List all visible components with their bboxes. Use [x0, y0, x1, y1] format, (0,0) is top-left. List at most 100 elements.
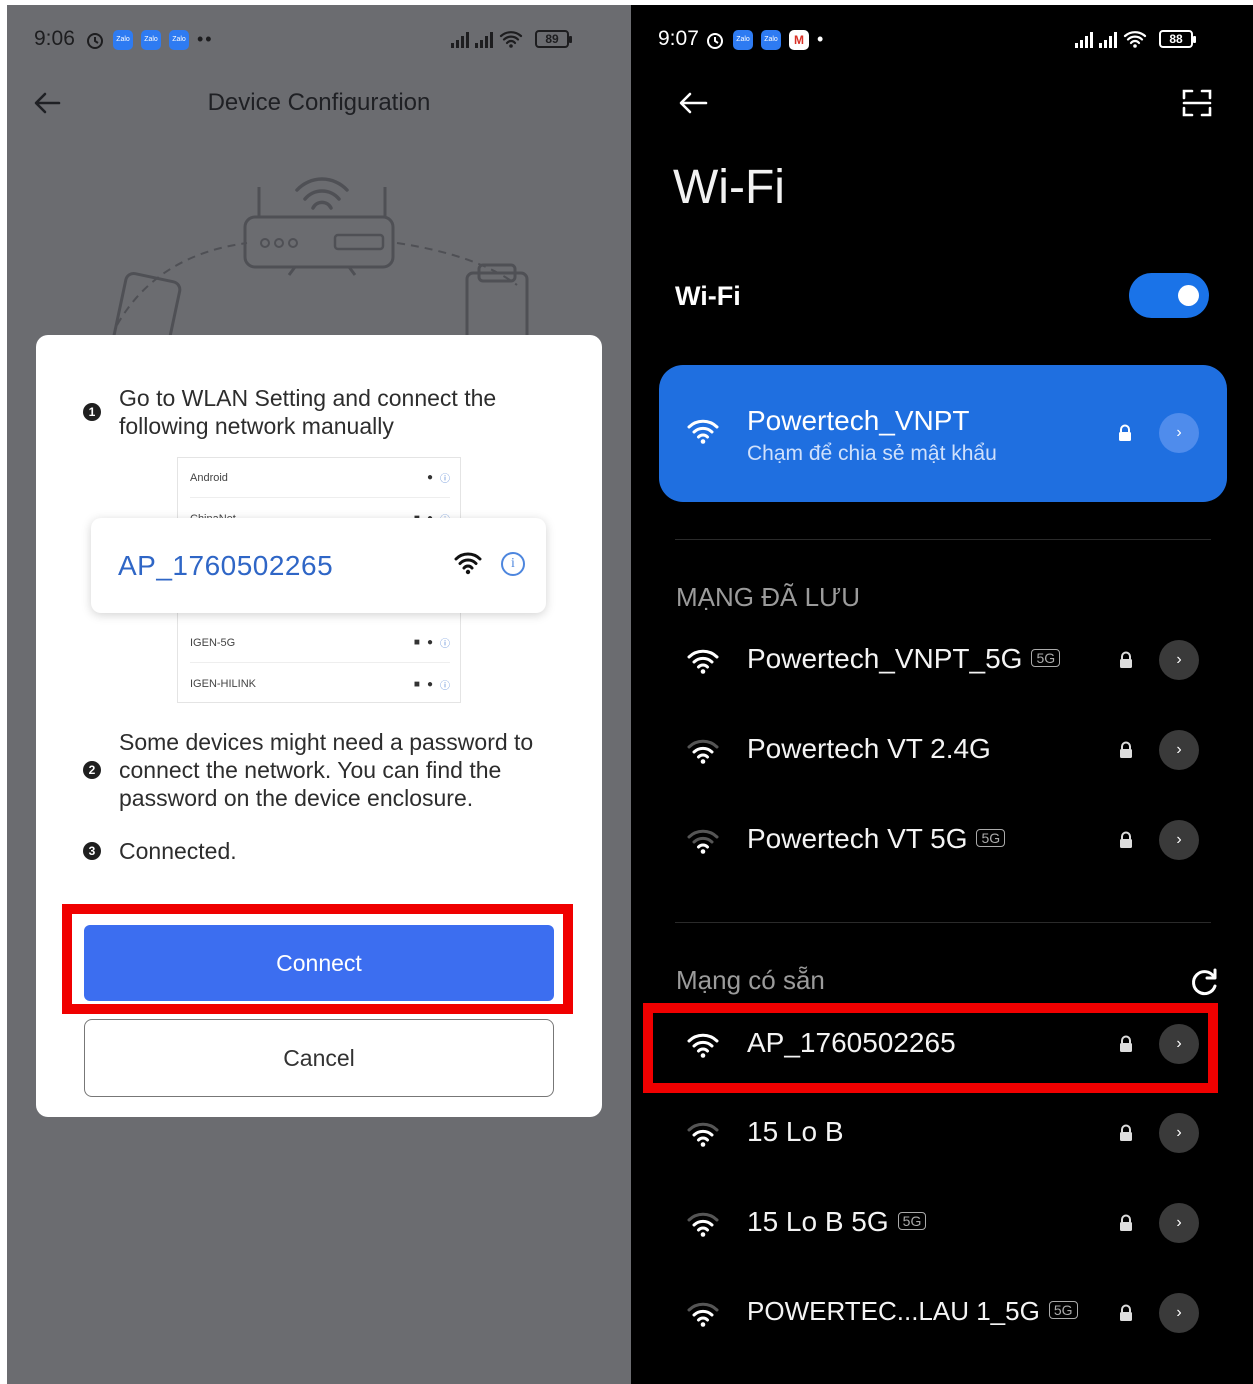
step-number: 1 — [83, 403, 101, 421]
zalo-icon: Zalo — [169, 29, 189, 50]
lock-icon — [1120, 831, 1132, 848]
step-number: 2 — [83, 761, 101, 779]
chevron-right-icon[interactable]: › — [1159, 730, 1199, 770]
wifi-icon — [1123, 31, 1147, 48]
lock-icon — [1120, 1304, 1132, 1321]
wifi-icon — [687, 1122, 719, 1147]
lock-icon: ■ — [413, 637, 420, 648]
wifi-icon: ● — [426, 472, 433, 483]
system-icons: 88 — [1075, 29, 1196, 49]
highlight-connect — [62, 904, 573, 1014]
signal-icon — [1075, 30, 1093, 48]
zalo-icon: Zalo — [113, 29, 133, 50]
network-name: Powertech VT 5G — [747, 823, 968, 854]
zalo-icon: Zalo — [733, 29, 753, 50]
system-icons: 89 — [451, 29, 572, 49]
lock-icon — [1120, 1124, 1132, 1141]
wifi-icon — [687, 739, 719, 764]
alarm-icon — [707, 32, 723, 49]
step-1: 1 Go to WLAN Setting and connect the fol… — [83, 384, 519, 440]
info-icon[interactable]: i — [501, 552, 525, 576]
wifi-icon — [687, 649, 719, 674]
step-text: Connected. — [119, 838, 237, 864]
band-5g-badge: 5G — [1031, 649, 1061, 667]
network-name: POWERTEC...LAU 1_5G — [747, 1296, 1040, 1326]
chevron-right-icon[interactable]: › — [1159, 413, 1199, 453]
wifi-icon — [687, 829, 719, 854]
refresh-icon[interactable] — [1187, 965, 1221, 999]
wifi-toggle[interactable] — [1129, 273, 1209, 318]
divider — [675, 922, 1211, 923]
connected-network-name: Powertech_VNPT — [747, 405, 970, 436]
wifi-icon — [687, 1302, 719, 1327]
wifi-settings-screen: 9:07 Zalo Zalo M • 88 Wi-Fi Wi-Fi Powert… — [631, 5, 1253, 1384]
network-name: Powertech_VNPT_5G — [747, 643, 1023, 674]
step-2: 2 Some devices might need a password to … — [83, 728, 559, 812]
wifi-icon — [687, 419, 719, 444]
chevron-right-icon[interactable]: › — [1159, 1293, 1199, 1333]
band-5g-badge: 5G — [976, 829, 1006, 847]
wifi-icon — [454, 552, 482, 575]
device-config-screen: 9:06 Zalo Zalo Zalo •• 89 Device Configu… — [7, 5, 631, 1384]
battery-icon: 88 — [1159, 30, 1196, 48]
cancel-button[interactable]: Cancel — [84, 1019, 554, 1097]
step-text: Some devices might need a password to co… — [119, 729, 534, 811]
qr-scan-icon[interactable] — [1181, 87, 1213, 119]
divider — [675, 539, 1211, 540]
back-arrow-icon[interactable] — [677, 87, 709, 119]
available-network-row[interactable]: POWERTEC...LAU 1_5G 5G › — [659, 1278, 1227, 1348]
page-title: Device Configuration — [207, 89, 431, 116]
available-network-row[interactable]: 15 Lo B 5G 5G › — [659, 1188, 1227, 1258]
gmail-icon: M — [789, 29, 809, 50]
top-bar: Device Configuration — [7, 83, 631, 123]
signal-icon — [451, 30, 469, 48]
lock-icon — [1119, 424, 1131, 441]
list-item: IGEN-5G ■ ● ⓘ — [190, 623, 450, 663]
saved-network-row[interactable]: Powertech VT 5G 5G › — [659, 805, 1227, 875]
saved-network-row[interactable]: Powertech VT 2.4G › — [659, 715, 1227, 785]
list-item: IGEN-HILINK ■ ● ⓘ — [190, 678, 450, 692]
status-bar: 9:06 Zalo Zalo Zalo •• 89 — [7, 23, 631, 53]
step-3: 3 Connected. — [83, 837, 237, 865]
network-name: Powertech VT 2.4G — [747, 733, 991, 764]
network-name: 15 Lo B 5G — [747, 1206, 889, 1237]
info-icon: ⓘ — [440, 680, 450, 692]
battery-icon: 89 — [535, 30, 572, 48]
toggle-knob — [1178, 285, 1199, 306]
wifi-icon — [499, 31, 523, 48]
chevron-right-icon[interactable]: › — [1159, 640, 1199, 680]
notification-icons: Zalo Zalo Zalo •• — [85, 29, 214, 50]
step-text: Go to WLAN Setting and connect the follo… — [119, 385, 497, 439]
wifi-toggle-label: Wi-Fi — [675, 281, 741, 311]
lock-icon — [1120, 741, 1132, 758]
lock-icon — [1120, 1214, 1132, 1231]
wifi-icon: ● — [426, 678, 433, 690]
info-icon: ⓘ — [440, 639, 450, 650]
signal-icon — [1099, 30, 1117, 48]
chevron-right-icon[interactable]: › — [1159, 1113, 1199, 1153]
status-time: 9:07 — [658, 27, 699, 50]
more-notifications-icon: •• — [197, 29, 214, 49]
wifi-icon — [687, 1212, 719, 1237]
chevron-right-icon[interactable]: › — [1159, 1203, 1199, 1243]
signal-icon — [475, 30, 493, 48]
page-title: Wi-Fi — [673, 161, 785, 214]
more-notifications-icon: • — [817, 29, 826, 49]
router-illustration — [108, 177, 529, 340]
band-5g-badge: 5G — [897, 1212, 927, 1230]
alarm-icon — [87, 32, 103, 49]
chevron-right-icon[interactable]: › — [1159, 820, 1199, 860]
available-networks-title: Mạng có sẵn — [676, 965, 825, 995]
saved-networks-title: MẠNG ĐÃ LƯU — [676, 582, 861, 612]
lock-icon — [1120, 651, 1132, 668]
zalo-icon: Zalo — [761, 29, 781, 50]
available-network-row[interactable]: 15 Lo B › — [659, 1098, 1227, 1168]
connected-network-card[interactable]: Powertech_VNPT Chạm để chia sẻ mật khẩu … — [659, 365, 1227, 502]
status-bar: 9:07 Zalo Zalo M • 88 — [631, 23, 1253, 53]
highlight-ap-network — [643, 1003, 1218, 1093]
lock-icon: ■ — [413, 678, 420, 690]
status-time: 9:06 — [34, 27, 75, 50]
zalo-icon: Zalo — [141, 29, 161, 50]
step-number: 3 — [83, 842, 101, 860]
saved-network-row[interactable]: Powertech_VNPT_5G 5G › — [659, 625, 1227, 695]
